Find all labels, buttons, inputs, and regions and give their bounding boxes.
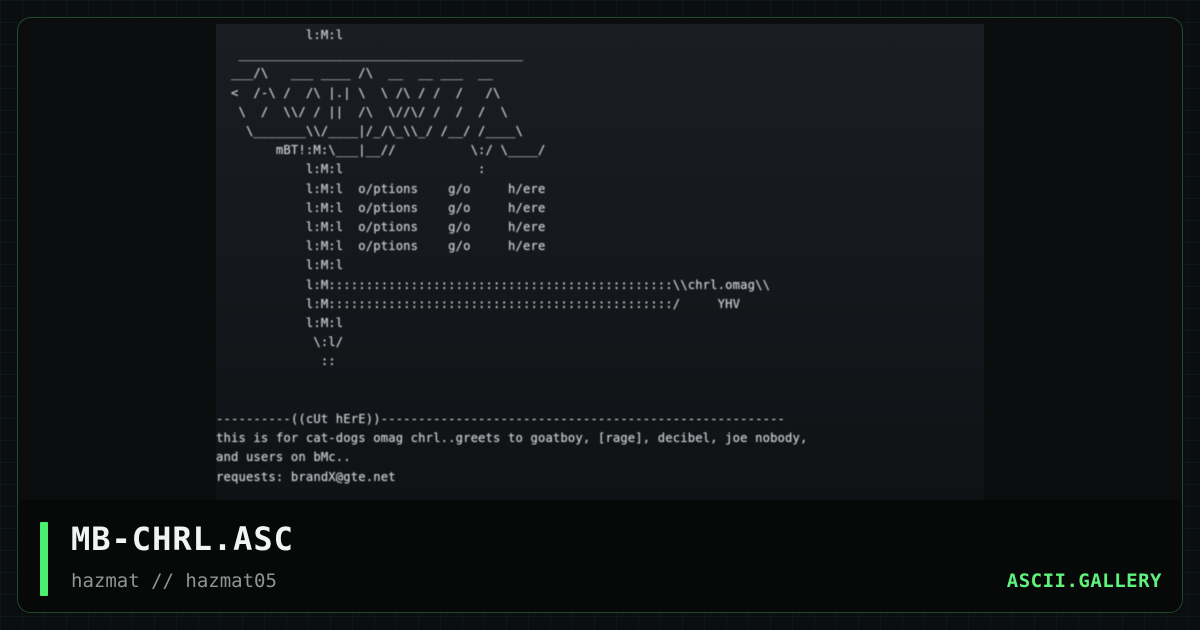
ascii-art-preview[interactable]: l:M:l __________________________________… [216, 24, 984, 504]
site-brand-link[interactable]: ASCII.GALLERY [1007, 570, 1162, 592]
artwork-author[interactable]: hazmat // hazmat05 [71, 570, 277, 592]
card-frame: l:M:l __________________________________… [17, 17, 1183, 613]
accent-bar [40, 522, 48, 596]
artwork-title: MB-CHRL.ASC [71, 520, 294, 558]
ascii-art-text: l:M:l __________________________________… [216, 28, 808, 484]
card-footer: MB-CHRL.ASC hazmat // hazmat05 ASCII.GAL… [18, 500, 1182, 612]
